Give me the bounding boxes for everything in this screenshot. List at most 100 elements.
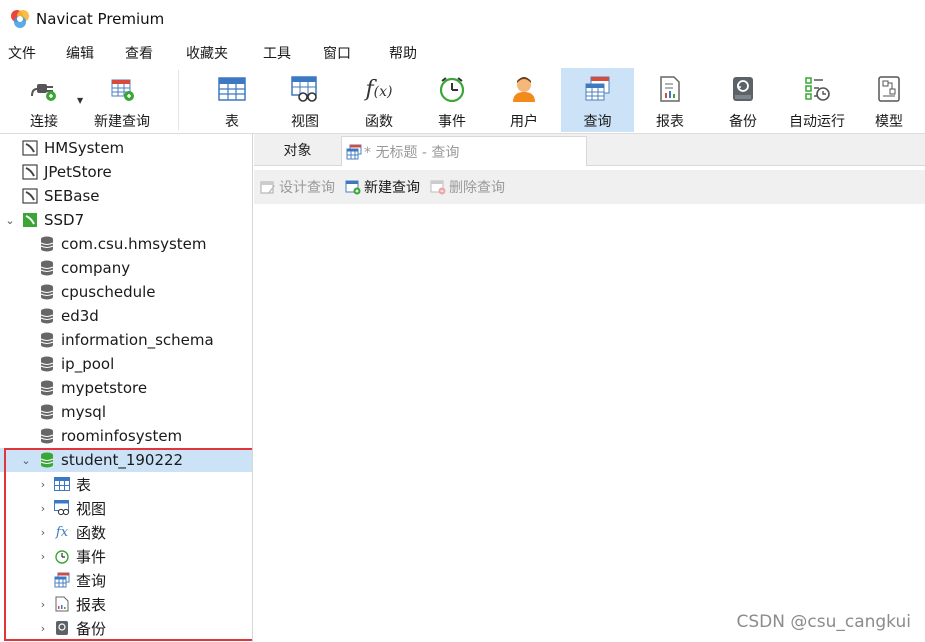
- connection-icon: [22, 188, 38, 204]
- backup-icon: [54, 620, 70, 636]
- connection-icon: [22, 164, 38, 180]
- backup-button[interactable]: 备份: [711, 68, 775, 132]
- plug-icon: [29, 74, 59, 104]
- tree-connection-jpetstore[interactable]: JPetStore: [0, 160, 252, 184]
- tree-connection-sebase[interactable]: SEBase: [0, 184, 252, 208]
- database-icon: [39, 308, 55, 324]
- tree-node-queries[interactable]: 查询: [0, 568, 252, 592]
- chevron-right-icon[interactable]: ›: [37, 550, 49, 563]
- menu-bar: 文件 编辑 查看 收藏夹 工具 窗口 帮助: [0, 38, 925, 68]
- tab-objects[interactable]: 对象: [254, 134, 341, 166]
- function-button[interactable]: f(x) 函数: [347, 68, 411, 132]
- query-icon: [54, 572, 70, 588]
- chevron-right-icon[interactable]: ›: [37, 478, 49, 491]
- toolbar-separator: [178, 70, 179, 130]
- tree-database-item[interactable]: mypetstore: [0, 376, 252, 400]
- user-icon: [509, 74, 539, 104]
- connect-button[interactable]: 连接: [14, 68, 74, 132]
- connection-open-icon: [22, 212, 38, 228]
- tree-node-tables[interactable]: › 表: [0, 472, 252, 496]
- delete-query-icon: [430, 179, 446, 195]
- tree-connection-ssd7[interactable]: ⌄ SSD7: [0, 208, 252, 232]
- tree-node-events[interactable]: › 事件: [0, 544, 252, 568]
- report-icon: [655, 74, 685, 104]
- watermark: CSDN @csu_cangkui: [736, 612, 912, 632]
- new-query-icon: [345, 179, 361, 195]
- tree-database-item[interactable]: cpuschedule: [0, 280, 252, 304]
- chevron-right-icon[interactable]: ›: [37, 622, 49, 635]
- tree-connection-label: SSD7: [44, 211, 85, 229]
- model-icon: [874, 74, 904, 104]
- tree-connection-hmsystem[interactable]: HMSystem: [0, 136, 252, 160]
- clock-icon: [54, 548, 70, 564]
- menu-tools[interactable]: 工具: [263, 43, 291, 63]
- menu-help[interactable]: 帮助: [389, 43, 417, 63]
- objects-toolbar: 设计查询 新建查询 删除查询: [254, 170, 925, 204]
- autorun-button[interactable]: 自动运行: [783, 68, 851, 132]
- tree-node-views[interactable]: › 视图: [0, 496, 252, 520]
- tab-query-label: * 无标题 - 查询: [364, 144, 460, 161]
- function-icon: f(x): [365, 76, 393, 102]
- database-icon: [39, 356, 55, 372]
- view-button[interactable]: 视图: [273, 68, 337, 132]
- clock-icon: [437, 74, 467, 104]
- delete-query-button[interactable]: 删除查询: [430, 177, 505, 197]
- chevron-right-icon[interactable]: ›: [37, 502, 49, 515]
- tree-connection-label: JPetStore: [44, 163, 112, 181]
- chevron-down-icon[interactable]: ⌄: [4, 214, 16, 227]
- database-icon: [39, 260, 55, 276]
- backup-icon: [728, 74, 758, 104]
- table-button[interactable]: 表: [200, 68, 264, 132]
- tree-database-item[interactable]: roominfosystem: [0, 424, 252, 448]
- user-button[interactable]: 用户: [492, 68, 556, 132]
- event-button[interactable]: 事件: [420, 68, 484, 132]
- tree-node-backups[interactable]: › 备份: [0, 616, 252, 640]
- tree-database-item[interactable]: com.csu.hmsystem: [0, 232, 252, 256]
- new-query-button[interactable]: 新建查询: [88, 68, 156, 132]
- tree-connection-label: SEBase: [44, 187, 100, 205]
- tab-strip: 对象 * 无标题 - 查询: [254, 134, 925, 166]
- model-button[interactable]: 模型: [859, 68, 919, 132]
- title-bar: Navicat Premium: [0, 0, 925, 38]
- new-query-sub-button[interactable]: 新建查询: [345, 177, 420, 197]
- menu-window[interactable]: 窗口: [323, 43, 351, 63]
- report-icon: [54, 596, 70, 612]
- tree-database-item[interactable]: information_schema: [0, 328, 252, 352]
- view-icon: [290, 74, 320, 104]
- autorun-icon: [802, 74, 832, 104]
- database-icon: [39, 428, 55, 444]
- menu-file[interactable]: 文件: [8, 43, 36, 63]
- menu-edit[interactable]: 编辑: [66, 43, 94, 63]
- chevron-right-icon[interactable]: ›: [37, 598, 49, 611]
- table-icon: [217, 74, 247, 104]
- connection-tree: HMSystem JPetStore SEBase ⌄ SSD7 com.csu…: [0, 134, 253, 642]
- report-button[interactable]: 报表: [638, 68, 702, 132]
- design-query-icon: [260, 179, 276, 195]
- function-icon: fx: [55, 524, 69, 540]
- view-icon: [54, 500, 70, 516]
- tree-database-item[interactable]: ip_pool: [0, 352, 252, 376]
- query-icon: [346, 144, 362, 160]
- connect-dropdown-caret-icon[interactable]: ▼: [77, 96, 83, 105]
- tree-database-item[interactable]: company: [0, 256, 252, 280]
- table-icon: [54, 476, 70, 492]
- tree-database-item[interactable]: mysql: [0, 400, 252, 424]
- design-query-button[interactable]: 设计查询: [260, 177, 335, 197]
- query-button[interactable]: 查询: [561, 68, 634, 132]
- query-icon: [583, 74, 613, 104]
- menu-favorites[interactable]: 收藏夹: [186, 43, 228, 63]
- tree-node-reports[interactable]: › 报表: [0, 592, 252, 616]
- tree-node-functions[interactable]: › fx 函数: [0, 520, 252, 544]
- chevron-right-icon[interactable]: ›: [37, 526, 49, 539]
- window-title: Navicat Premium: [36, 10, 165, 28]
- database-icon: [39, 236, 55, 252]
- database-icon: [39, 404, 55, 420]
- chevron-down-icon[interactable]: ⌄: [20, 454, 32, 467]
- connection-icon: [22, 140, 38, 156]
- menu-view[interactable]: 查看: [125, 43, 153, 63]
- database-icon: [39, 284, 55, 300]
- objects-content-area[interactable]: [254, 204, 925, 642]
- tab-untitled-query[interactable]: * 无标题 - 查询: [341, 136, 587, 166]
- tree-database-student-190222[interactable]: ⌄ student_190222: [0, 448, 252, 472]
- tree-database-item[interactable]: ed3d: [0, 304, 252, 328]
